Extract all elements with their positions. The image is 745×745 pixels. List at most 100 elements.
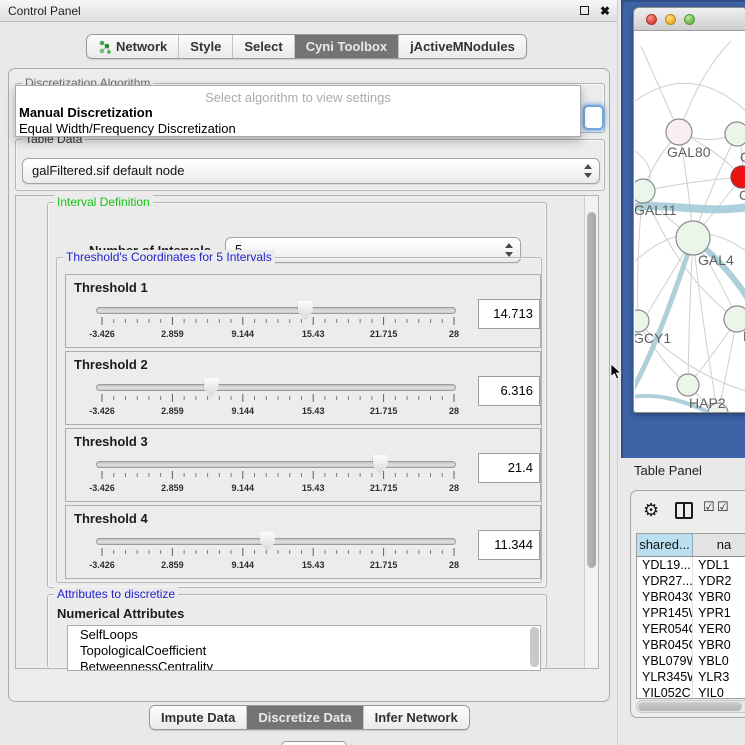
table-row[interactable]: YBR045CYBR0 [637, 637, 745, 653]
network-node-gal4[interactable] [676, 221, 710, 255]
slider-tick-label: 2.859 [161, 406, 184, 416]
table-cell-shared-name[interactable]: YER054C [637, 621, 693, 637]
tab-select[interactable]: Select [233, 35, 294, 58]
table-cell-shared-name[interactable]: YBL079W [637, 653, 693, 669]
float-window-icon[interactable] [580, 6, 589, 15]
table-row[interactable]: YLR345WYLR3 [637, 669, 745, 685]
close-traffic-light-icon[interactable] [646, 14, 657, 25]
slider-tick-label: 15.43 [302, 406, 325, 416]
slider-tick-label: -3.426 [89, 560, 115, 570]
attributes-list-scrollbar[interactable] [530, 627, 539, 667]
table-horizontal-scrollbar[interactable] [636, 700, 745, 713]
table-row[interactable]: YBR043CYBR0 [637, 589, 745, 605]
slider-tick-label: 21.715 [370, 329, 398, 339]
network-node-h[interactable] [724, 306, 745, 332]
threshold-2-slider-track[interactable] [96, 384, 456, 391]
control-panel: Control Panel ✖ Network Style Select Cyn… [0, 0, 618, 745]
network-window-titlebar[interactable] [634, 8, 745, 31]
table-cell-name[interactable]: YLR3 [693, 669, 745, 685]
threshold-1-slider-ticks: -3.4262.8599.14415.4321.71528 [66, 317, 542, 343]
cyni-bottom-tabbar: Impute Data Discretize Data Infer Networ… [149, 705, 470, 730]
numerical-attribute-item[interactable]: BetweennessCentrality [68, 658, 540, 671]
tab-network[interactable]: Network [87, 35, 179, 58]
slider-tick-label: 28 [449, 406, 459, 416]
tab-jactivemnodules[interactable]: jActiveMNodules [399, 35, 526, 58]
tab-impute-data[interactable]: Impute Data [150, 706, 247, 729]
zoom-traffic-light-icon[interactable] [684, 14, 695, 25]
table-cell-shared-name[interactable]: YLR345W [637, 669, 693, 685]
table-cell-shared-name[interactable]: YDR27... [637, 573, 693, 589]
table-row[interactable]: YDL19...YDL1 [637, 557, 745, 573]
tab-impute-data-label: Impute Data [161, 710, 235, 725]
slider-tick-label: 15.43 [302, 560, 325, 570]
columns-icon[interactable] [675, 502, 693, 519]
threshold-1-slider-track[interactable] [96, 307, 456, 314]
screen: Control Panel ✖ Network Style Select Cyn… [0, 0, 745, 745]
popup-option-equal-width-frequency[interactable]: Equal Width/Frequency Discretization [19, 121, 236, 136]
table-cell-name[interactable]: YIL0 [693, 685, 745, 699]
table-cell-shared-name[interactable]: YIL052C [637, 685, 693, 699]
table-data-combobox-value: galFiltered.sif default node [32, 159, 184, 183]
table-cell-name[interactable]: YBR0 [693, 589, 745, 605]
network-node-gal[interactable] [725, 122, 745, 146]
table-cell-shared-name[interactable]: YDL19... [637, 557, 693, 573]
threshold-2-value-input[interactable]: 6.316 [478, 376, 540, 406]
threshold-3-slider-track[interactable] [96, 461, 456, 468]
thresholds-group-title: Threshold's Coordinates for 5 Intervals [63, 250, 275, 264]
popup-option-manual-discretization[interactable]: Manual Discretization [19, 105, 153, 120]
minimize-traffic-light-icon[interactable] [665, 14, 676, 25]
threshold-4-slider-track[interactable] [96, 538, 456, 545]
table-data-combobox[interactable]: galFiltered.sif default node [22, 158, 600, 184]
network-node-gal80[interactable] [666, 119, 692, 145]
network-node-hap2[interactable] [677, 374, 699, 396]
slider-tick-label: 9.144 [232, 560, 255, 570]
slider-tick-label: 28 [449, 329, 459, 339]
network-node-label: GCY1 [635, 330, 671, 346]
table-cell-name[interactable]: YPR1 [693, 605, 745, 621]
table-row[interactable]: YIL052CYIL0 [637, 685, 745, 699]
numerical-attribute-item[interactable]: SelfLoops [68, 626, 540, 642]
threshold-1-value-input[interactable]: 14.713 [478, 299, 540, 329]
network-node-gal11[interactable] [635, 179, 655, 203]
slider-tick-label: 9.144 [232, 329, 255, 339]
table-panel-window: ⚙ ☑ ☑ shared... na YDL19...YDL1YDR27...Y… [630, 490, 745, 718]
network-view-window: GAL80GALCGAL11GAL4GCY1HHAP2 [633, 7, 745, 413]
table-cell-shared-name[interactable]: YBR045C [637, 637, 693, 653]
column-header-shared-name[interactable]: shared... [637, 534, 693, 556]
table-row[interactable]: YER054CYER0 [637, 621, 745, 637]
settings-scrollbar-thumb[interactable] [587, 212, 596, 568]
apply-button[interactable]: Apply [281, 741, 347, 745]
checkbox-icon[interactable]: ☑ [717, 499, 729, 515]
network-graph[interactable]: GAL80GALCGAL11GAL4GCY1HHAP2 [635, 32, 745, 413]
tab-style[interactable]: Style [179, 35, 233, 58]
threshold-3-value-input[interactable]: 21.4 [478, 453, 540, 483]
algorithm-combobox-focused-tip[interactable] [583, 105, 604, 130]
checkbox-icon[interactable]: ☑ [703, 499, 715, 515]
threshold-4-value-input[interactable]: 11.344 [478, 530, 540, 560]
network-node-c[interactable] [731, 166, 745, 188]
table-cell-name[interactable]: YBL0 [693, 653, 745, 669]
gear-icon[interactable]: ⚙ [643, 497, 659, 523]
table-cell-shared-name[interactable]: YBR043C [637, 589, 693, 605]
slider-tick-label: 28 [449, 560, 459, 570]
numerical-attribute-item[interactable]: TopologicalCoefficient [68, 642, 540, 658]
slider-tick-label: 9.144 [232, 483, 255, 493]
table-cell-name[interactable]: YDL1 [693, 557, 745, 573]
tab-jactivemnodules-label: jActiveMNodules [410, 39, 515, 54]
table-cell-shared-name[interactable]: YPR145W [637, 605, 693, 621]
tab-cyni-toolbox[interactable]: Cyni Toolbox [295, 35, 399, 58]
table-cell-name[interactable]: YBR0 [693, 637, 745, 653]
table-scrollbar-thumb[interactable] [638, 702, 742, 711]
table-row[interactable]: YPR145WYPR1 [637, 605, 745, 621]
table-row[interactable]: YDR27...YDR2 [637, 573, 745, 589]
threshold-4-label: Threshold 4 [74, 511, 148, 526]
tab-infer-network[interactable]: Infer Network [364, 706, 469, 729]
network-node-gcy1[interactable] [635, 310, 649, 332]
tab-discretize-data[interactable]: Discretize Data [247, 706, 363, 729]
table-row[interactable]: YBL079WYBL0 [637, 653, 745, 669]
table-cell-name[interactable]: YER0 [693, 621, 745, 637]
close-icon[interactable]: ✖ [600, 2, 610, 20]
table-cell-name[interactable]: YDR2 [693, 573, 745, 589]
settings-vertical-scrollbar[interactable] [584, 196, 598, 668]
column-header-name[interactable]: na [693, 534, 745, 556]
